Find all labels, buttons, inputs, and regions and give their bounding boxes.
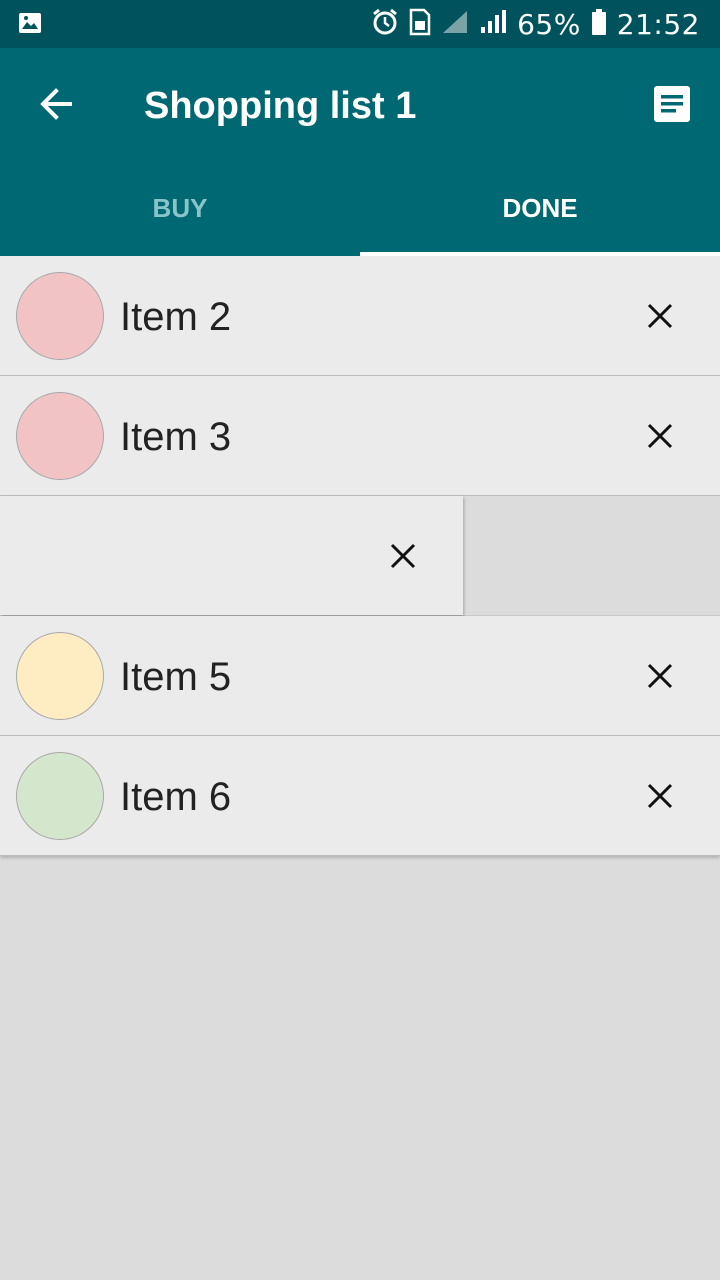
item-label: Item 6 [120, 775, 232, 819]
item-label: Item 3 [120, 415, 232, 459]
list-item[interactable]: Item 6 [0, 736, 720, 856]
gallery-icon [18, 12, 42, 39]
tab-bar: BUY DONE [0, 160, 720, 256]
color-dot [16, 632, 104, 720]
swiped-card[interactable] [0, 496, 463, 615]
clock: 21:52 [616, 7, 700, 41]
close-icon[interactable] [644, 780, 676, 812]
item-label: Item 5 [120, 655, 232, 699]
close-icon[interactable] [644, 420, 676, 452]
sim-icon [409, 8, 431, 41]
page-title: Shopping list 1 [144, 85, 417, 127]
close-icon[interactable] [644, 660, 676, 692]
battery-percent: 65% [517, 7, 581, 41]
alarm-icon [371, 8, 399, 41]
color-dot [16, 272, 104, 360]
list-item[interactable]: Item 5 [0, 616, 720, 736]
signal-icon [441, 9, 469, 40]
color-dot [16, 752, 104, 840]
list-item-swiped[interactable] [0, 496, 720, 616]
color-dot [16, 392, 104, 480]
item-list: Item 2 Item 3 Item 5 Item 6 [0, 256, 720, 856]
document-icon[interactable] [654, 86, 690, 122]
tab-buy[interactable]: BUY [0, 160, 360, 256]
battery-icon [591, 8, 607, 41]
list-item[interactable]: Item 3 [0, 376, 720, 496]
signal-icon [479, 9, 507, 40]
item-label: Item 2 [120, 295, 232, 339]
list-item[interactable]: Item 2 [0, 256, 720, 376]
arrow-back-icon[interactable] [36, 82, 80, 126]
tab-done[interactable]: DONE [360, 160, 720, 256]
status-bar: 65% 21:52 [0, 0, 720, 48]
close-icon[interactable] [644, 300, 676, 332]
app-bar: Shopping list 1 BUY DONE [0, 48, 720, 256]
close-icon[interactable] [387, 540, 419, 572]
